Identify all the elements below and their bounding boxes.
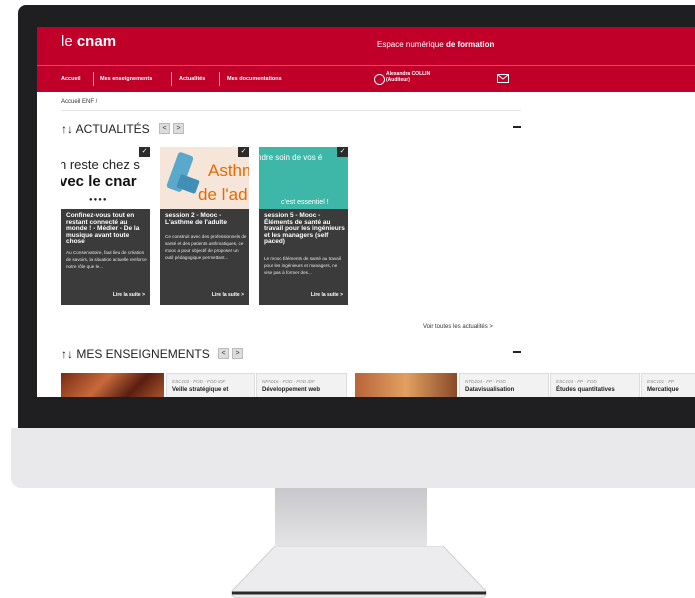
courses-section-title: ↑↓ MES ENSEIGNEMENTS: [61, 347, 210, 361]
read-more-link[interactable]: Lire la suite >: [113, 292, 145, 298]
read-more-link[interactable]: Lire la suite >: [212, 292, 244, 298]
news-card-desc: Le mooc Éléments de santé au travail pou…: [264, 256, 341, 275]
course-title: Mercatique: [647, 387, 679, 393]
news-card-desc: Au Conservatoire, faut lieu de création …: [66, 250, 147, 269]
nav-separator: [171, 72, 172, 86]
news-card[interactable]: ndre soin de vos é c'est essentiel ! ✓ s…: [259, 147, 348, 305]
news-card-image: n reste chez s vec le cnar ●●●● ✓: [61, 147, 150, 209]
user-role: (Auditeur): [386, 77, 410, 83]
site-title: Espace numérique de formation: [377, 40, 494, 49]
divider: [61, 110, 521, 111]
logo-bold: cnam: [76, 33, 117, 50]
courses-title: MES ENSEIGNEMENTS: [76, 347, 210, 361]
collapse-courses-icon[interactable]: [513, 351, 521, 353]
site-title-prefix: Espace numérique: [377, 40, 446, 49]
user-account[interactable]: Alexandra COLLIN (Auditeur): [386, 71, 430, 83]
check-icon: ✓: [337, 147, 348, 157]
news-card[interactable]: Asthm de l'ad ✓ session 2 - Mooc - L'ast…: [160, 147, 249, 305]
read-more-link[interactable]: Lire la suite >: [311, 292, 343, 298]
courses-prev-button[interactable]: <: [218, 348, 229, 359]
nav-actualites[interactable]: Actualités: [179, 76, 205, 82]
view-all-news-link[interactable]: Voir toutes les actualités >: [423, 324, 493, 330]
course-card[interactable]: NTD204 - FP - FOD Datavisualisation: [459, 373, 549, 397]
courses-next-button[interactable]: >: [232, 348, 243, 359]
nav-mes-enseignements[interactable]: Mes enseignements: [100, 76, 152, 82]
course-card[interactable]: ESC103 - FOD - FOD IDF Veille stratégiqu…: [166, 373, 255, 397]
course-title: Veille stratégique et: [172, 387, 229, 393]
course-image: [355, 373, 457, 397]
course-code: ESC104 - FP - FOD: [556, 379, 597, 384]
logo-prefix: le: [61, 33, 77, 50]
monitor-stand-base: [231, 546, 487, 598]
site-title-bold: de formation: [445, 40, 495, 49]
news-card-title: Confinez-vous tout en restant connecté a…: [66, 212, 140, 245]
course-card[interactable]: NFA016 - FOD - FOD IDF Développement web: [256, 373, 347, 397]
nav-mes-documentations[interactable]: Mes documentations: [227, 76, 282, 82]
news-card[interactable]: n reste chez s vec le cnar ●●●● ✓ Confin…: [61, 147, 150, 305]
main-nav: Accueil Mes enseignements Actualités Mes…: [37, 65, 695, 92]
cnam-logo[interactable]: le cnam: [61, 33, 116, 50]
monitor-chin: [11, 428, 695, 488]
news-prev-button[interactable]: <: [159, 123, 170, 134]
news-section-title: ↑↓ ACTUALITÉS: [61, 122, 150, 136]
user-icon[interactable]: [374, 74, 385, 85]
sort-icon[interactable]: ↑↓: [61, 122, 73, 136]
top-banner: le cnam Espace numérique de formation: [37, 27, 695, 65]
course-image: [61, 373, 164, 397]
course-title: Datavisualisation: [465, 387, 515, 393]
course-code: ESC103 - FOD - FOD IDF: [172, 379, 226, 384]
news-image-text: de l'ad: [198, 185, 248, 204]
course-code: ESC101 - FP: [647, 379, 675, 384]
course-code: NTD204 - FP - FOD: [465, 379, 506, 384]
news-image-text: c'est essentiel !: [281, 199, 329, 206]
nav-separator: [219, 72, 220, 86]
course-title: Développement web: [262, 387, 321, 393]
news-title: ACTUALITÉS: [75, 122, 150, 136]
sort-icon[interactable]: ↑↓: [61, 347, 73, 361]
course-card[interactable]: ESC101 - FP Mercatique: [641, 373, 695, 397]
breadcrumb[interactable]: Accueil ENF /: [61, 99, 97, 105]
nav-accueil[interactable]: Accueil: [61, 76, 81, 82]
collapse-news-icon[interactable]: [513, 126, 521, 128]
news-next-button[interactable]: >: [173, 123, 184, 134]
news-card-image: Asthm de l'ad ✓: [160, 147, 249, 209]
screen: le cnam Espace numérique de formation Ac…: [37, 27, 695, 397]
news-image-text: ndre soin de vos é: [259, 153, 323, 162]
course-title: Études quantitatives: [556, 387, 615, 393]
news-card-title: session 5 - Mooc - Éléments de santé au …: [264, 212, 345, 245]
news-card-desc: Ce construit avec des professionnels de …: [165, 234, 247, 260]
nav-separator: [93, 72, 94, 86]
news-image-text: Asthm: [208, 161, 249, 180]
news-image-text: n reste chez s: [61, 157, 140, 172]
carousel-dots-icon: ●●●●: [89, 197, 108, 203]
news-image-text: vec le cnar: [61, 173, 137, 190]
course-code: NFA016 - FOD - FOD IDF: [262, 379, 315, 384]
check-icon: ✓: [238, 147, 249, 157]
news-card-title: session 2 - Mooc - L'asthme de l'adulte: [165, 212, 227, 226]
mail-icon[interactable]: [497, 74, 509, 83]
news-card-image: ndre soin de vos é c'est essentiel ! ✓: [259, 147, 348, 209]
monitor-stand-neck: [275, 488, 427, 546]
course-card[interactable]: ESC104 - FP - FOD Études quantitatives: [550, 373, 640, 397]
check-icon: ✓: [139, 147, 150, 157]
